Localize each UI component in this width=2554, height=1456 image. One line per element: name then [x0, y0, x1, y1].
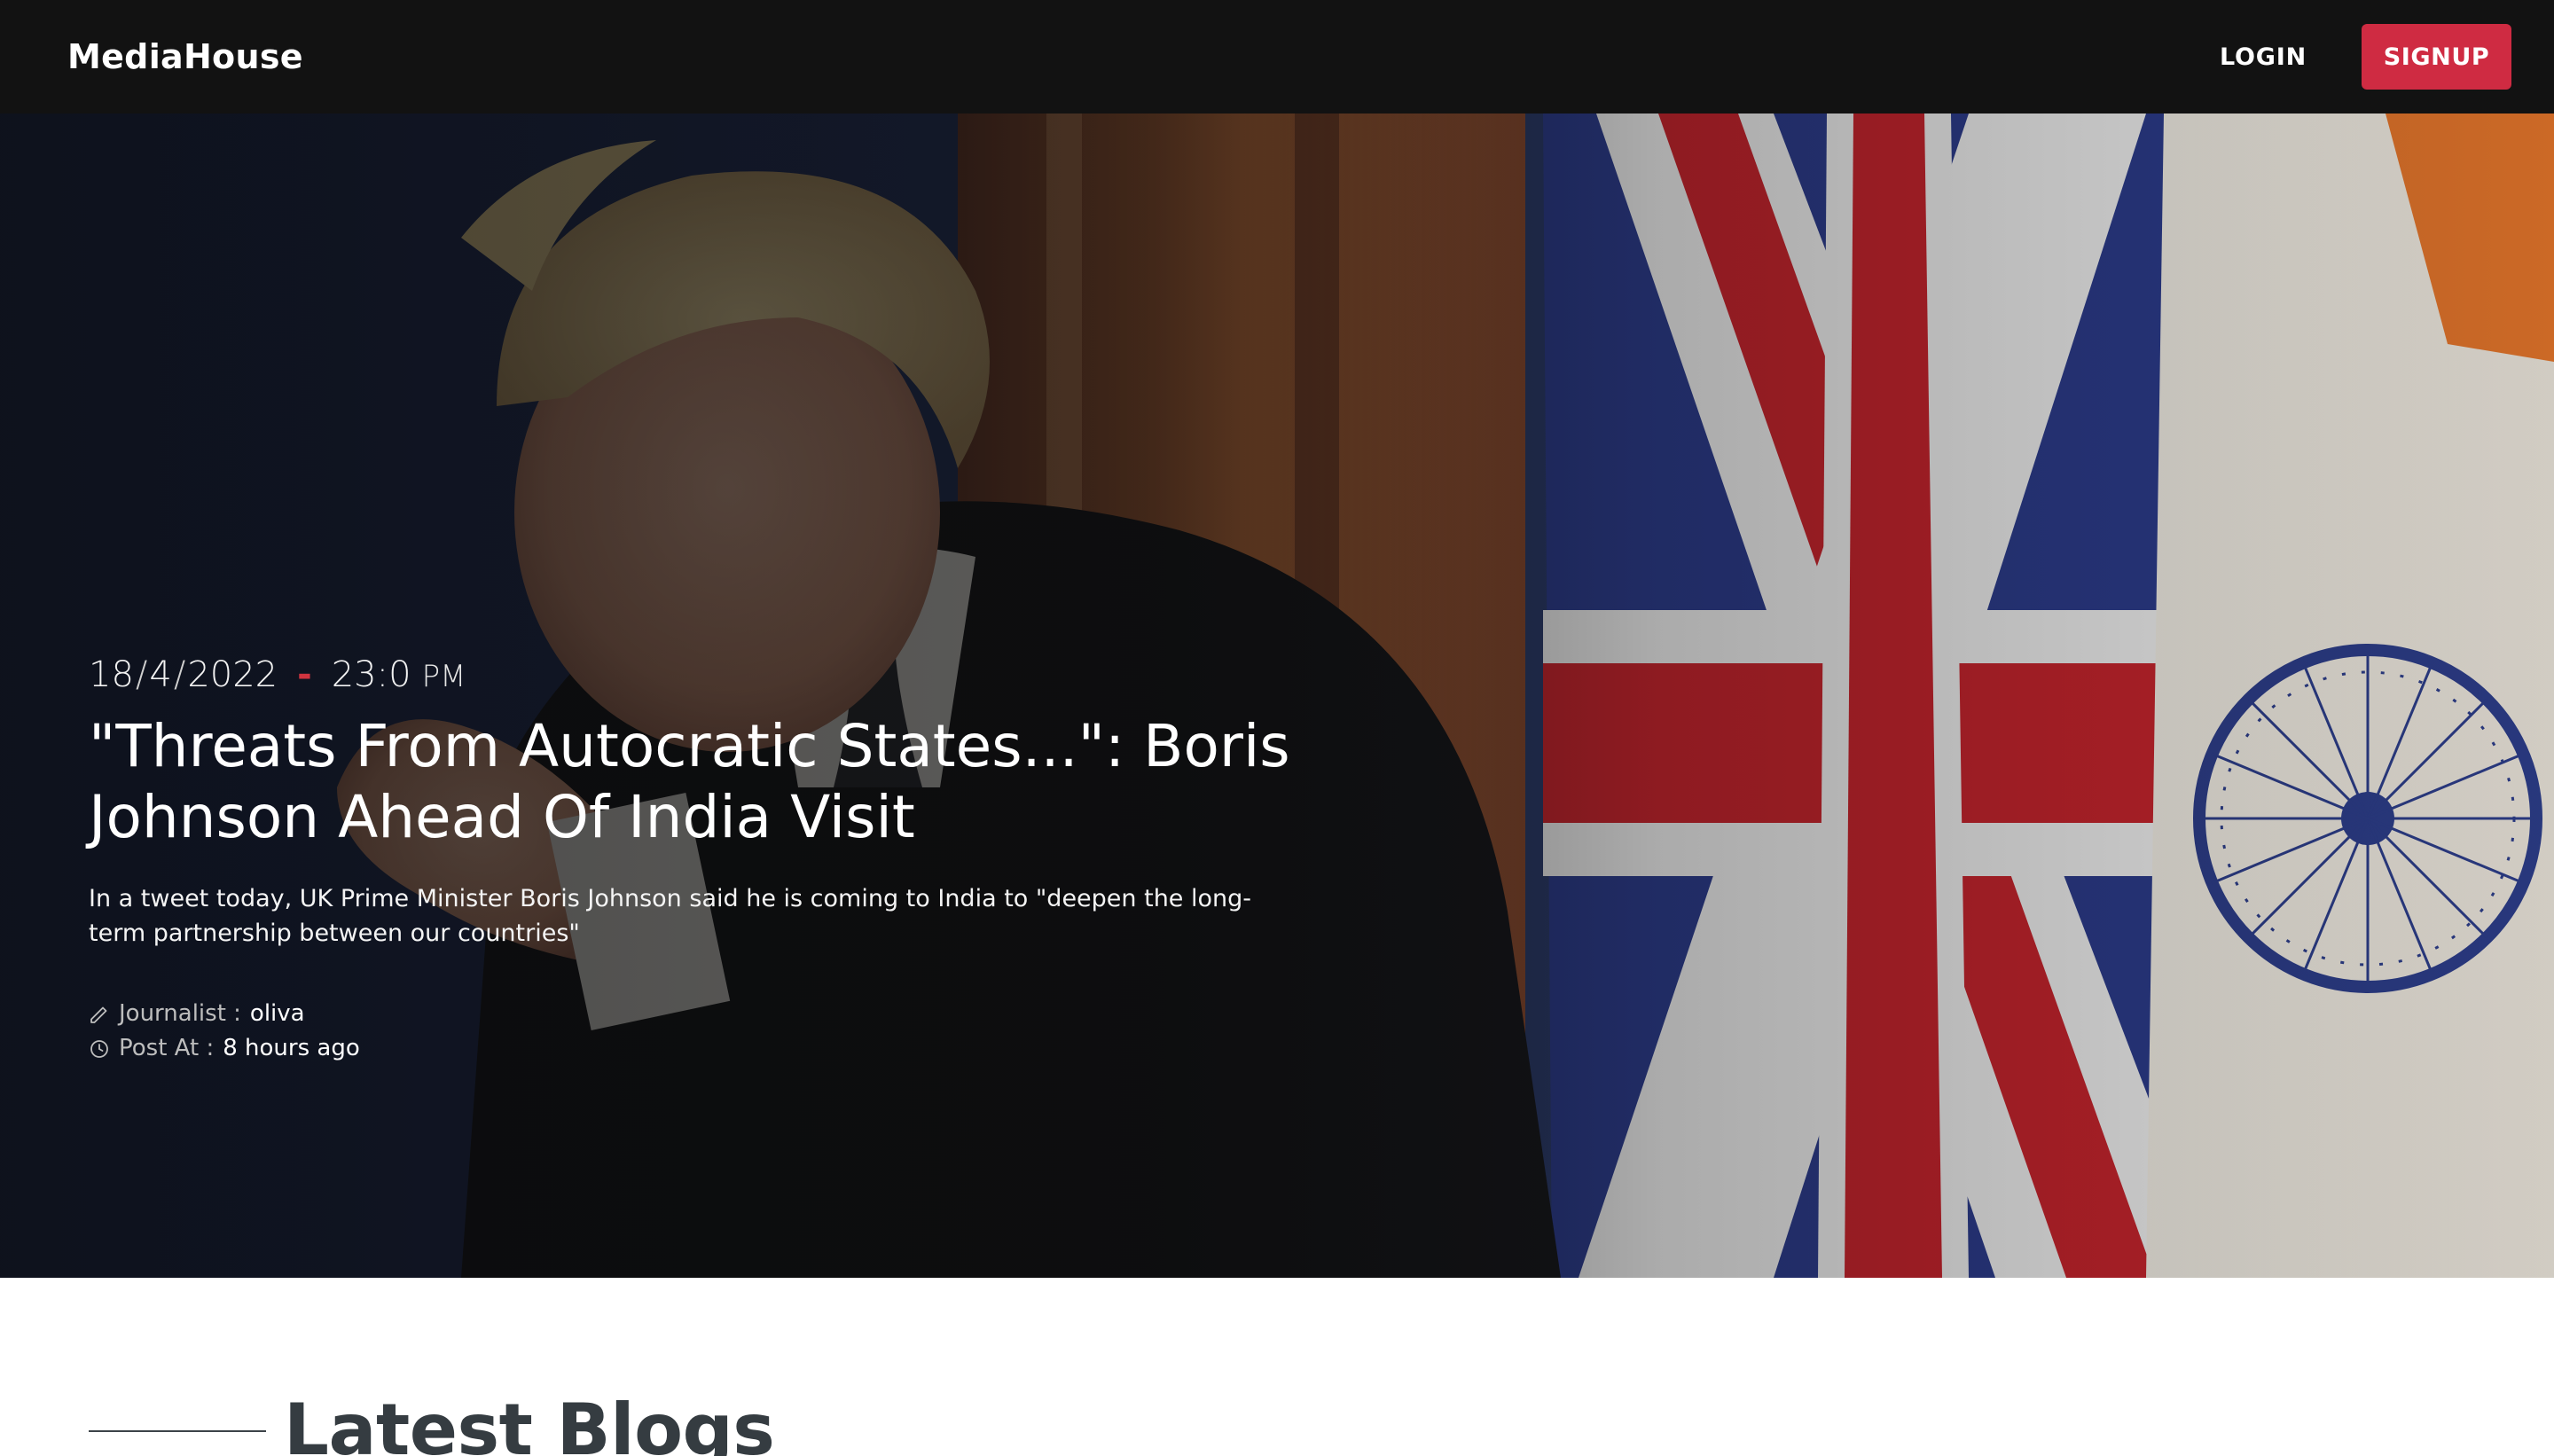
- post-headline[interactable]: "Threats From Autocratic States...": Bor…: [89, 711, 1525, 853]
- date-year: 2022: [187, 654, 278, 695]
- date-day: 18: [89, 654, 134, 695]
- datetime-dash: -: [297, 654, 312, 695]
- section-title-rule: [89, 1430, 266, 1432]
- posted-at-label: Post At :: [119, 1035, 215, 1061]
- date-separator: /: [135, 654, 148, 695]
- login-link[interactable]: LOGIN: [2220, 43, 2307, 71]
- post-time: 23:0: [331, 654, 411, 695]
- journalist-name[interactable]: oliva: [250, 997, 305, 1031]
- hero-featured-post[interactable]: 18 / 4 / 2022 - 23:0 PM "Threats From Au…: [0, 114, 2554, 1278]
- latest-blogs-title: Latest Blogs: [284, 1389, 775, 1456]
- clock-icon: [90, 1039, 108, 1058]
- latest-blogs-section: Latest Blogs: [0, 1278, 2554, 1456]
- post-ampm: PM: [421, 659, 466, 694]
- journalist-row: Journalist : oliva: [89, 997, 1508, 1031]
- top-navbar: MediaHouse LOGIN SIGNUP: [0, 0, 2554, 114]
- date-separator: /: [173, 654, 186, 695]
- journalist-label: Journalist :: [119, 1000, 241, 1027]
- posted-at-row: Post At : 8 hours ago: [89, 1031, 1508, 1066]
- date-month: 4: [149, 654, 172, 695]
- brand-logo[interactable]: MediaHouse: [67, 37, 303, 76]
- nav-actions: LOGIN SIGNUP: [2220, 24, 2511, 90]
- posted-at-value: 8 hours ago: [223, 1035, 360, 1061]
- pencil-icon: [90, 1006, 107, 1023]
- post-summary: In a tweet today, UK Prime Minister Bori…: [89, 885, 1252, 947]
- post-datetime: 18 / 4 / 2022 - 23:0 PM: [89, 654, 1508, 695]
- post-meta: Journalist : oliva Post At : 8 hours ago: [89, 997, 1508, 1066]
- hero-content: 18 / 4 / 2022 - 23:0 PM "Threats From Au…: [89, 654, 1508, 1066]
- signup-button[interactable]: SIGNUP: [2362, 24, 2511, 90]
